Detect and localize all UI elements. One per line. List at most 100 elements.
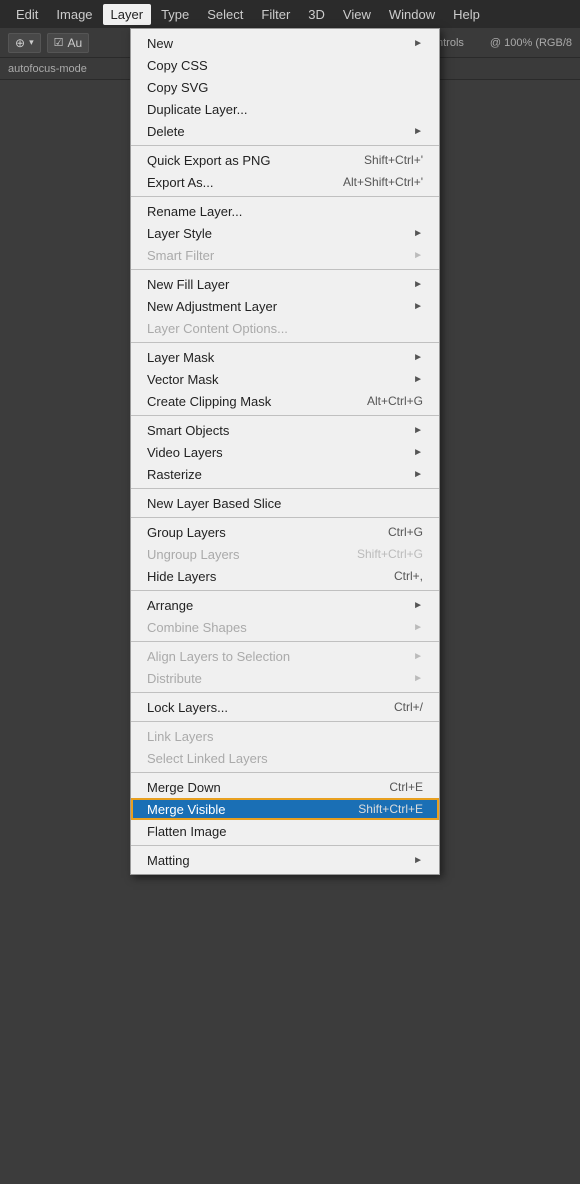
- menu-item-combine-shapes-label: Combine Shapes: [147, 620, 405, 635]
- menu-item-smart-filter-arrow: ►: [413, 250, 423, 261]
- auto-button[interactable]: ☑ Au: [47, 33, 90, 53]
- menu-item-duplicate-layer[interactable]: Duplicate Layer...: [131, 98, 439, 120]
- menubar-filter[interactable]: Filter: [253, 4, 298, 25]
- menu-item-combine-shapes-arrow: ►: [413, 622, 423, 633]
- separator-13: [131, 845, 439, 846]
- menubar-window[interactable]: Window: [381, 4, 443, 25]
- menu-item-matting-label: Matting: [147, 853, 405, 868]
- move-arrow: ▾: [29, 37, 34, 48]
- menu-item-new-label: New: [147, 36, 405, 51]
- separator-5: [131, 415, 439, 416]
- menu-item-group-layers-label: Group Layers: [147, 525, 358, 540]
- menu-item-lock-layers[interactable]: Lock Layers... Ctrl+/: [131, 696, 439, 718]
- menu-item-quick-export[interactable]: Quick Export as PNG Shift+Ctrl+': [131, 149, 439, 171]
- menu-item-hide-layers-label: Hide Layers: [147, 569, 364, 584]
- menu-item-arrange[interactable]: Arrange ►: [131, 594, 439, 616]
- menu-item-vector-mask[interactable]: Vector Mask ►: [131, 368, 439, 390]
- menu-item-new-fill-label: New Fill Layer: [147, 277, 405, 292]
- menu-item-smart-objects-label: Smart Objects: [147, 423, 405, 438]
- menu-item-copy-svg[interactable]: Copy SVG: [131, 76, 439, 98]
- menu-item-rasterize-arrow: ►: [413, 469, 423, 480]
- menu-item-new-fill-layer[interactable]: New Fill Layer ►: [131, 273, 439, 295]
- menu-item-video-layers[interactable]: Video Layers ►: [131, 441, 439, 463]
- menu-item-group-layers[interactable]: Group Layers Ctrl+G: [131, 521, 439, 543]
- menu-item-delete-label: Delete: [147, 124, 405, 139]
- menu-item-new-arrow: ►: [413, 38, 423, 49]
- menu-item-new-layer-based-slice-label: New Layer Based Slice: [147, 496, 423, 511]
- move-icon: ⊕: [15, 36, 25, 50]
- menu-item-create-clipping-mask[interactable]: Create Clipping Mask Alt+Ctrl+G: [131, 390, 439, 412]
- menu-item-matting-arrow: ►: [413, 855, 423, 866]
- menu-item-layer-style-label: Layer Style: [147, 226, 405, 241]
- separator-9: [131, 641, 439, 642]
- menu-item-link-layers-label: Link Layers: [147, 729, 423, 744]
- separator-2: [131, 196, 439, 197]
- menu-item-new-fill-arrow: ►: [413, 279, 423, 290]
- menu-item-combine-shapes: Combine Shapes ►: [131, 616, 439, 638]
- separator-6: [131, 488, 439, 489]
- menu-item-align-layers: Align Layers to Selection ►: [131, 645, 439, 667]
- menu-item-new[interactable]: New ►: [131, 32, 439, 54]
- menu-item-clipping-mask-shortcut: Alt+Ctrl+G: [367, 394, 423, 408]
- menubar-layer[interactable]: Layer: [103, 4, 152, 25]
- menu-item-ungroup-layers-shortcut: Shift+Ctrl+G: [357, 547, 423, 561]
- menu-item-lock-layers-shortcut: Ctrl+/: [394, 700, 423, 714]
- menu-item-link-layers: Link Layers: [131, 725, 439, 747]
- menu-item-smart-filter-label: Smart Filter: [147, 248, 405, 263]
- menu-item-export-as[interactable]: Export As... Alt+Shift+Ctrl+': [131, 171, 439, 193]
- separator-11: [131, 721, 439, 722]
- menu-item-video-layers-arrow: ►: [413, 447, 423, 458]
- menu-item-new-adjustment-layer[interactable]: New Adjustment Layer ►: [131, 295, 439, 317]
- menu-item-export-as-label: Export As...: [147, 175, 313, 190]
- menu-item-matting[interactable]: Matting ►: [131, 849, 439, 871]
- menu-item-merge-down-label: Merge Down: [147, 780, 359, 795]
- menu-item-smart-objects[interactable]: Smart Objects ►: [131, 419, 439, 441]
- menu-item-delete[interactable]: Delete ►: [131, 120, 439, 142]
- menu-item-rename-label: Rename Layer...: [147, 204, 423, 219]
- menubar-3d[interactable]: 3D: [300, 4, 333, 25]
- menu-item-rasterize[interactable]: Rasterize ►: [131, 463, 439, 485]
- separator-10: [131, 692, 439, 693]
- menu-item-arrange-arrow: ►: [413, 600, 423, 611]
- zoom-label: @ 100% (RGB/8: [490, 37, 572, 49]
- menu-item-distribute-label: Distribute: [147, 671, 405, 686]
- menu-item-layer-style[interactable]: Layer Style ►: [131, 222, 439, 244]
- menu-item-ungroup-layers-label: Ungroup Layers: [147, 547, 327, 562]
- menu-item-layer-mask[interactable]: Layer Mask ►: [131, 346, 439, 368]
- menubar-image[interactable]: Image: [48, 4, 100, 25]
- move-tool[interactable]: ⊕ ▾: [8, 33, 41, 53]
- separator-4: [131, 342, 439, 343]
- menu-item-flatten-image[interactable]: Flatten Image: [131, 820, 439, 842]
- menu-item-export-as-shortcut: Alt+Shift+Ctrl+': [343, 175, 423, 189]
- menu-item-merge-visible[interactable]: Merge Visible Shift+Ctrl+E: [131, 798, 439, 820]
- menu-item-new-layer-based-slice[interactable]: New Layer Based Slice: [131, 492, 439, 514]
- menu-item-rename-layer[interactable]: Rename Layer...: [131, 200, 439, 222]
- menubar-edit[interactable]: Edit: [8, 4, 46, 25]
- menu-item-flatten-image-label: Flatten Image: [147, 824, 423, 839]
- separator-7: [131, 517, 439, 518]
- menu-item-distribute-arrow: ►: [413, 673, 423, 684]
- menu-item-layer-mask-arrow: ►: [413, 352, 423, 363]
- separator-12: [131, 772, 439, 773]
- menu-item-hide-layers-shortcut: Ctrl+,: [394, 569, 423, 583]
- menu-item-layer-style-arrow: ►: [413, 228, 423, 239]
- menu-item-copy-css[interactable]: Copy CSS: [131, 54, 439, 76]
- menu-item-smart-filter: Smart Filter ►: [131, 244, 439, 266]
- menu-item-quick-export-label: Quick Export as PNG: [147, 153, 334, 168]
- menu-item-quick-export-shortcut: Shift+Ctrl+': [364, 153, 423, 167]
- menu-item-video-layers-label: Video Layers: [147, 445, 405, 460]
- menubar-view[interactable]: View: [335, 4, 379, 25]
- menu-item-duplicate-label: Duplicate Layer...: [147, 102, 423, 117]
- menu-item-merge-down[interactable]: Merge Down Ctrl+E: [131, 776, 439, 798]
- menubar-select[interactable]: Select: [199, 4, 251, 25]
- auto-label: Au: [67, 36, 82, 50]
- separator-1: [131, 145, 439, 146]
- menubar-help[interactable]: Help: [445, 4, 488, 25]
- menubar-type[interactable]: Type: [153, 4, 197, 25]
- menu-item-clipping-mask-label: Create Clipping Mask: [147, 394, 337, 409]
- layer-menu-dropdown: New ► Copy CSS Copy SVG Duplicate Layer.…: [130, 28, 440, 875]
- menu-item-select-linked-layers: Select Linked Layers: [131, 747, 439, 769]
- menu-item-hide-layers[interactable]: Hide Layers Ctrl+,: [131, 565, 439, 587]
- menu-item-layer-content-label: Layer Content Options...: [147, 321, 423, 336]
- menu-item-smart-objects-arrow: ►: [413, 425, 423, 436]
